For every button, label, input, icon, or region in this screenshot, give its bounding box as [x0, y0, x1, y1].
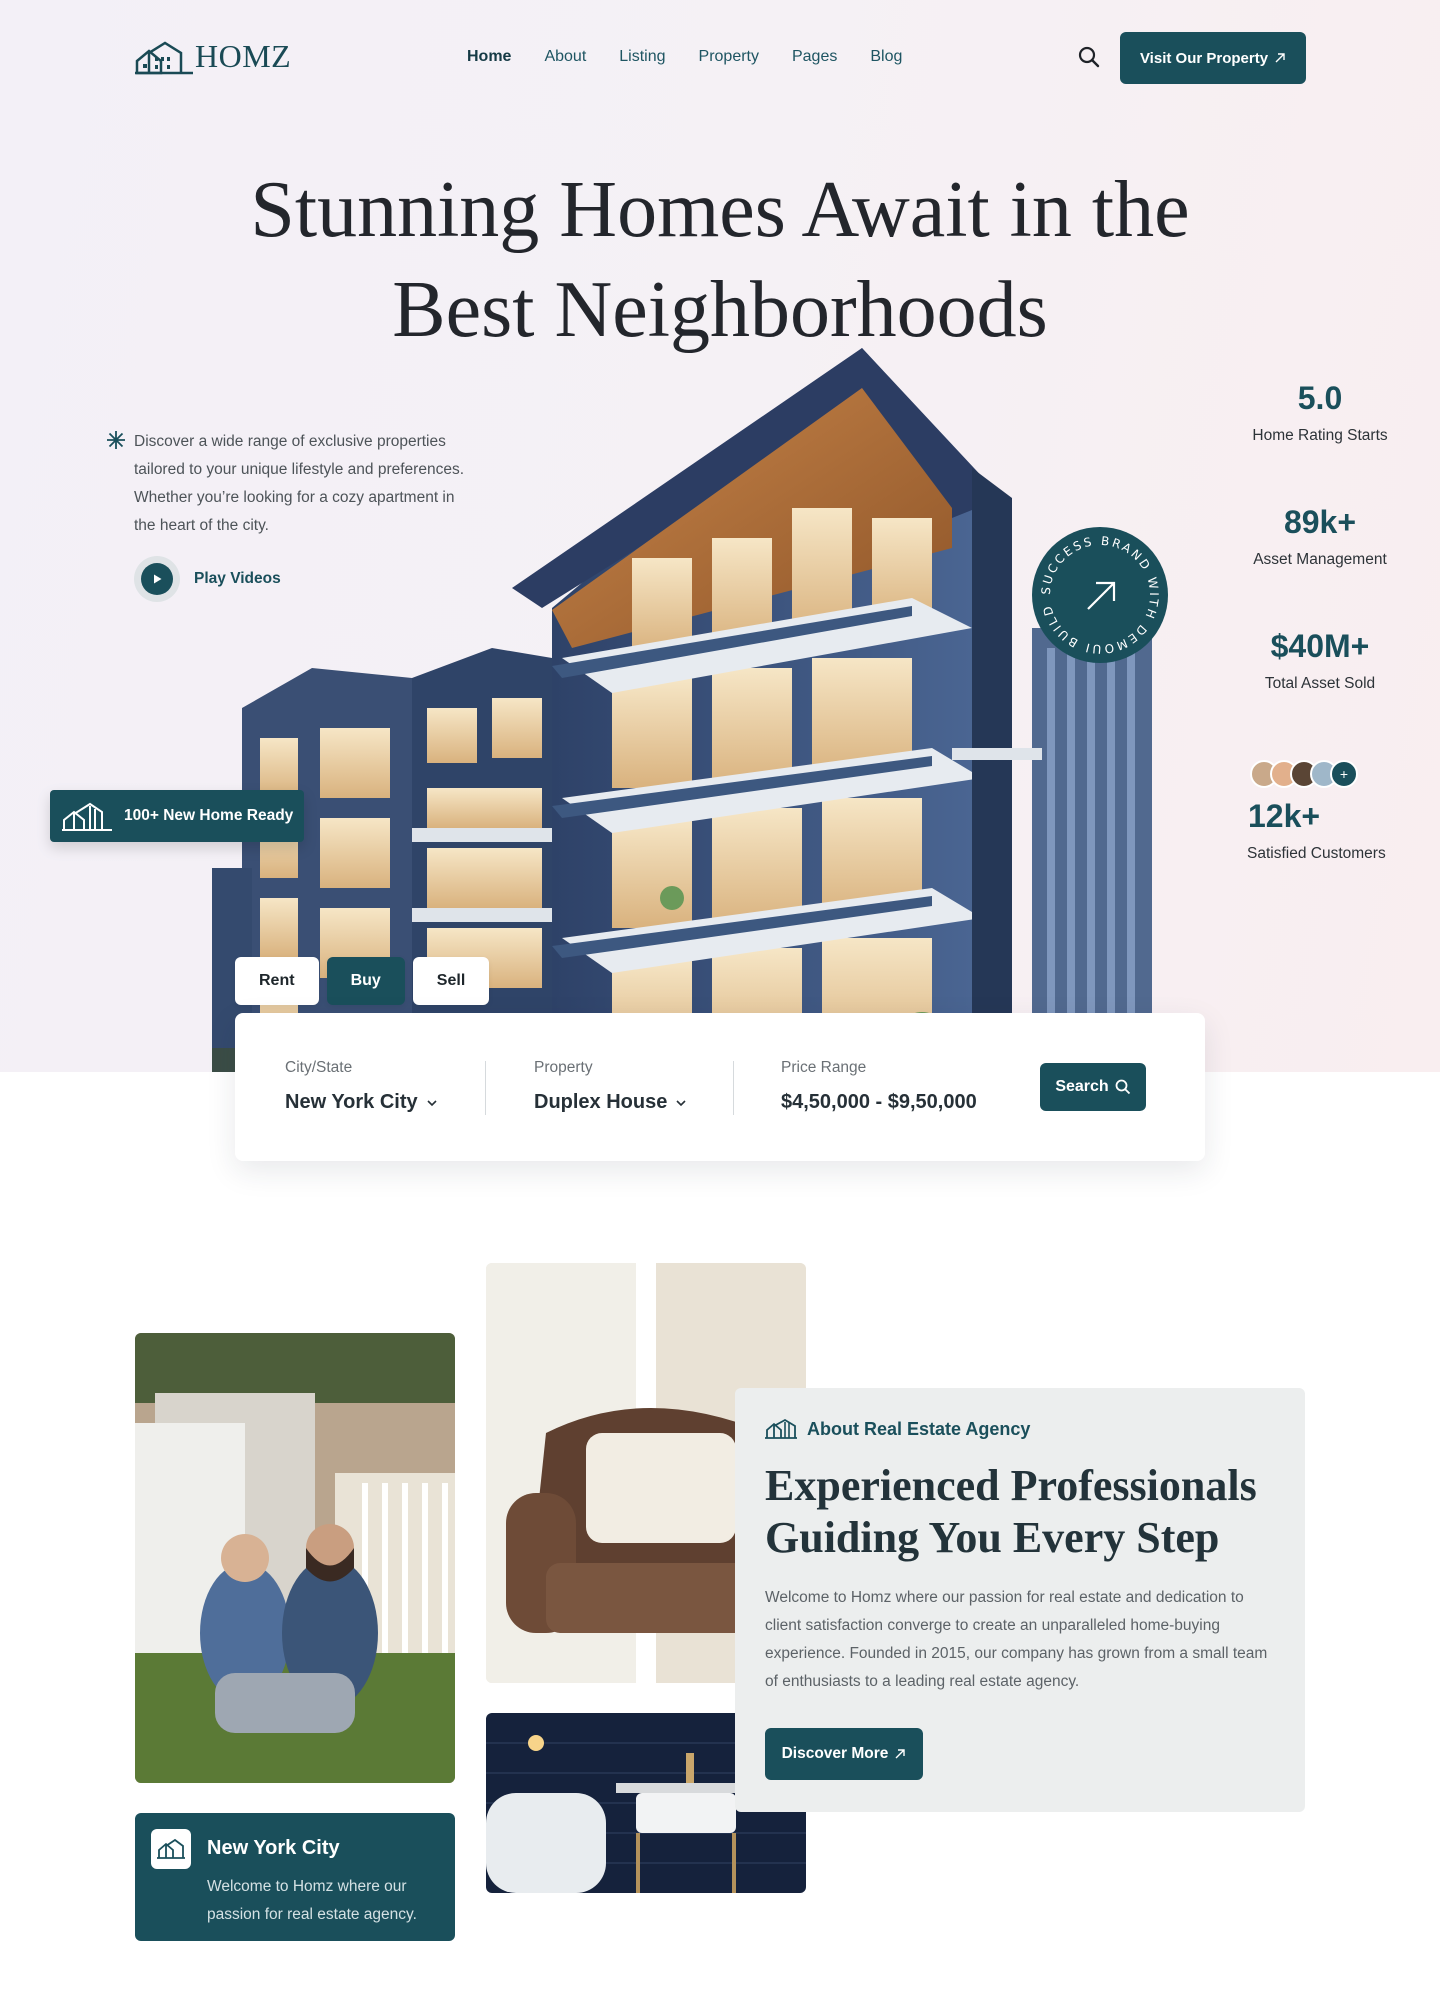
search-button[interactable]: Search [1040, 1063, 1146, 1111]
stat-rating: 5.0 Home Rating Starts [1230, 380, 1410, 445]
stat-asset-management: 89k+ Asset Management [1230, 504, 1410, 569]
stat-label: Home Rating Starts [1252, 427, 1388, 444]
search-icon[interactable] [1078, 46, 1100, 68]
hero-title-line-1: Stunning Homes Await in the [250, 166, 1190, 254]
success-brand-badge[interactable]: SUCCESS BRAND WITH DEMOUI BUILD A [1030, 525, 1170, 665]
property-search-box: City/State New York City Property Duplex… [235, 1013, 1205, 1161]
arrow-up-right-icon [1275, 53, 1285, 63]
menu-item-home[interactable]: Home [467, 48, 511, 66]
tab-buy[interactable]: Buy [326, 957, 405, 1005]
new-homes-badge: 100+ New Home Ready [50, 790, 304, 842]
sparkle-icon [107, 431, 125, 449]
city-select[interactable]: City/State New York City [285, 1059, 438, 1114]
house-icon [157, 1838, 185, 1859]
visit-property-label: Visit Our Property [1139, 49, 1269, 67]
stat-value: 5.0 [1297, 380, 1343, 416]
plus-icon[interactable]: + [1330, 760, 1358, 788]
couple-photo [135, 1333, 455, 1783]
play-button[interactable] [134, 556, 180, 602]
buildings-icon [62, 802, 112, 831]
menu-item-about[interactable]: About [544, 48, 586, 66]
stat-customers: + 12k+ Satisfied Customers [1230, 760, 1410, 863]
hero-title: Stunning Homes Await in the Best Neighbo… [170, 160, 1270, 360]
house-logo-icon [135, 41, 193, 74]
tab-rent[interactable]: Rent [235, 957, 319, 1005]
stat-value: 89k+ [1283, 504, 1357, 540]
city-card-title: New York City [207, 1837, 340, 1859]
property-select[interactable]: Property Duplex House [534, 1059, 687, 1114]
hero-title-line-2: Best Neighborhoods [392, 266, 1048, 354]
stat-value: 12k+ [1248, 798, 1321, 834]
customer-avatars: + [1230, 760, 1410, 788]
chevron-down-icon [427, 1099, 437, 1106]
search-icon [1115, 1079, 1130, 1095]
search-button-label: Search [1055, 1078, 1109, 1095]
about-card: About Real Estate Agency Experienced Pro… [735, 1388, 1305, 1812]
stat-label: Satisfied Customers [1247, 845, 1386, 862]
discover-more-label: Discover More [781, 1745, 889, 1762]
search-tabs: Rent Buy Sell [235, 957, 490, 1005]
field-divider [485, 1061, 486, 1115]
chevron-down-icon [676, 1099, 686, 1106]
new-homes-label: 100+ New Home Ready [124, 807, 294, 824]
city-card-desc: Welcome to Homz where our passion for re… [207, 1878, 417, 1923]
main-menu: Home About Listing Property Pages Blog [467, 48, 902, 66]
city-value: New York City [285, 1091, 418, 1113]
property-value: Duplex House [534, 1091, 668, 1113]
about-description: Welcome to Homz where our passion for re… [765, 1589, 1268, 1690]
tab-sell[interactable]: Sell [412, 957, 490, 1005]
discover-more-button[interactable]: Discover More [765, 1728, 923, 1780]
logo[interactable]: HOMZ [135, 38, 291, 75]
menu-item-listing[interactable]: Listing [619, 48, 665, 66]
field-divider [733, 1061, 734, 1115]
stat-label: Asset Management [1253, 551, 1387, 568]
visit-property-button[interactable]: Visit Our Property [1120, 32, 1306, 84]
property-label: Property [534, 1059, 593, 1076]
price-value: $4,50,000 - $9,50,000 [781, 1091, 977, 1113]
stat-label: Total Asset Sold [1264, 675, 1376, 692]
arrow-up-right-icon [895, 1749, 906, 1759]
buildings-icon [765, 1418, 797, 1439]
top-navigation: HOMZ Home About Listing Property Pages B… [0, 0, 1440, 118]
city-label: City/State [285, 1059, 353, 1076]
brand-name: HOMZ [195, 38, 292, 74]
price-label: Price Range [781, 1059, 867, 1076]
about-title: Experienced Professionals Guiding You Ev… [765, 1461, 1257, 1562]
about-kicker: About Real Estate Agency [765, 1418, 1030, 1440]
menu-item-property[interactable]: Property [699, 48, 759, 66]
price-range-field[interactable]: Price Range $4,50,000 - $9,50,000 [781, 1059, 977, 1114]
about-kicker-label: About Real Estate Agency [807, 1418, 1031, 1439]
menu-item-pages[interactable]: Pages [792, 48, 837, 66]
stat-total-sold: $40M+ Total Asset Sold [1230, 628, 1410, 693]
stat-value: $40M+ [1270, 628, 1370, 664]
play-icon [154, 574, 162, 584]
menu-item-blog[interactable]: Blog [870, 48, 902, 66]
city-card[interactable]: New York City Welcome to Homz where our … [135, 1813, 455, 1941]
